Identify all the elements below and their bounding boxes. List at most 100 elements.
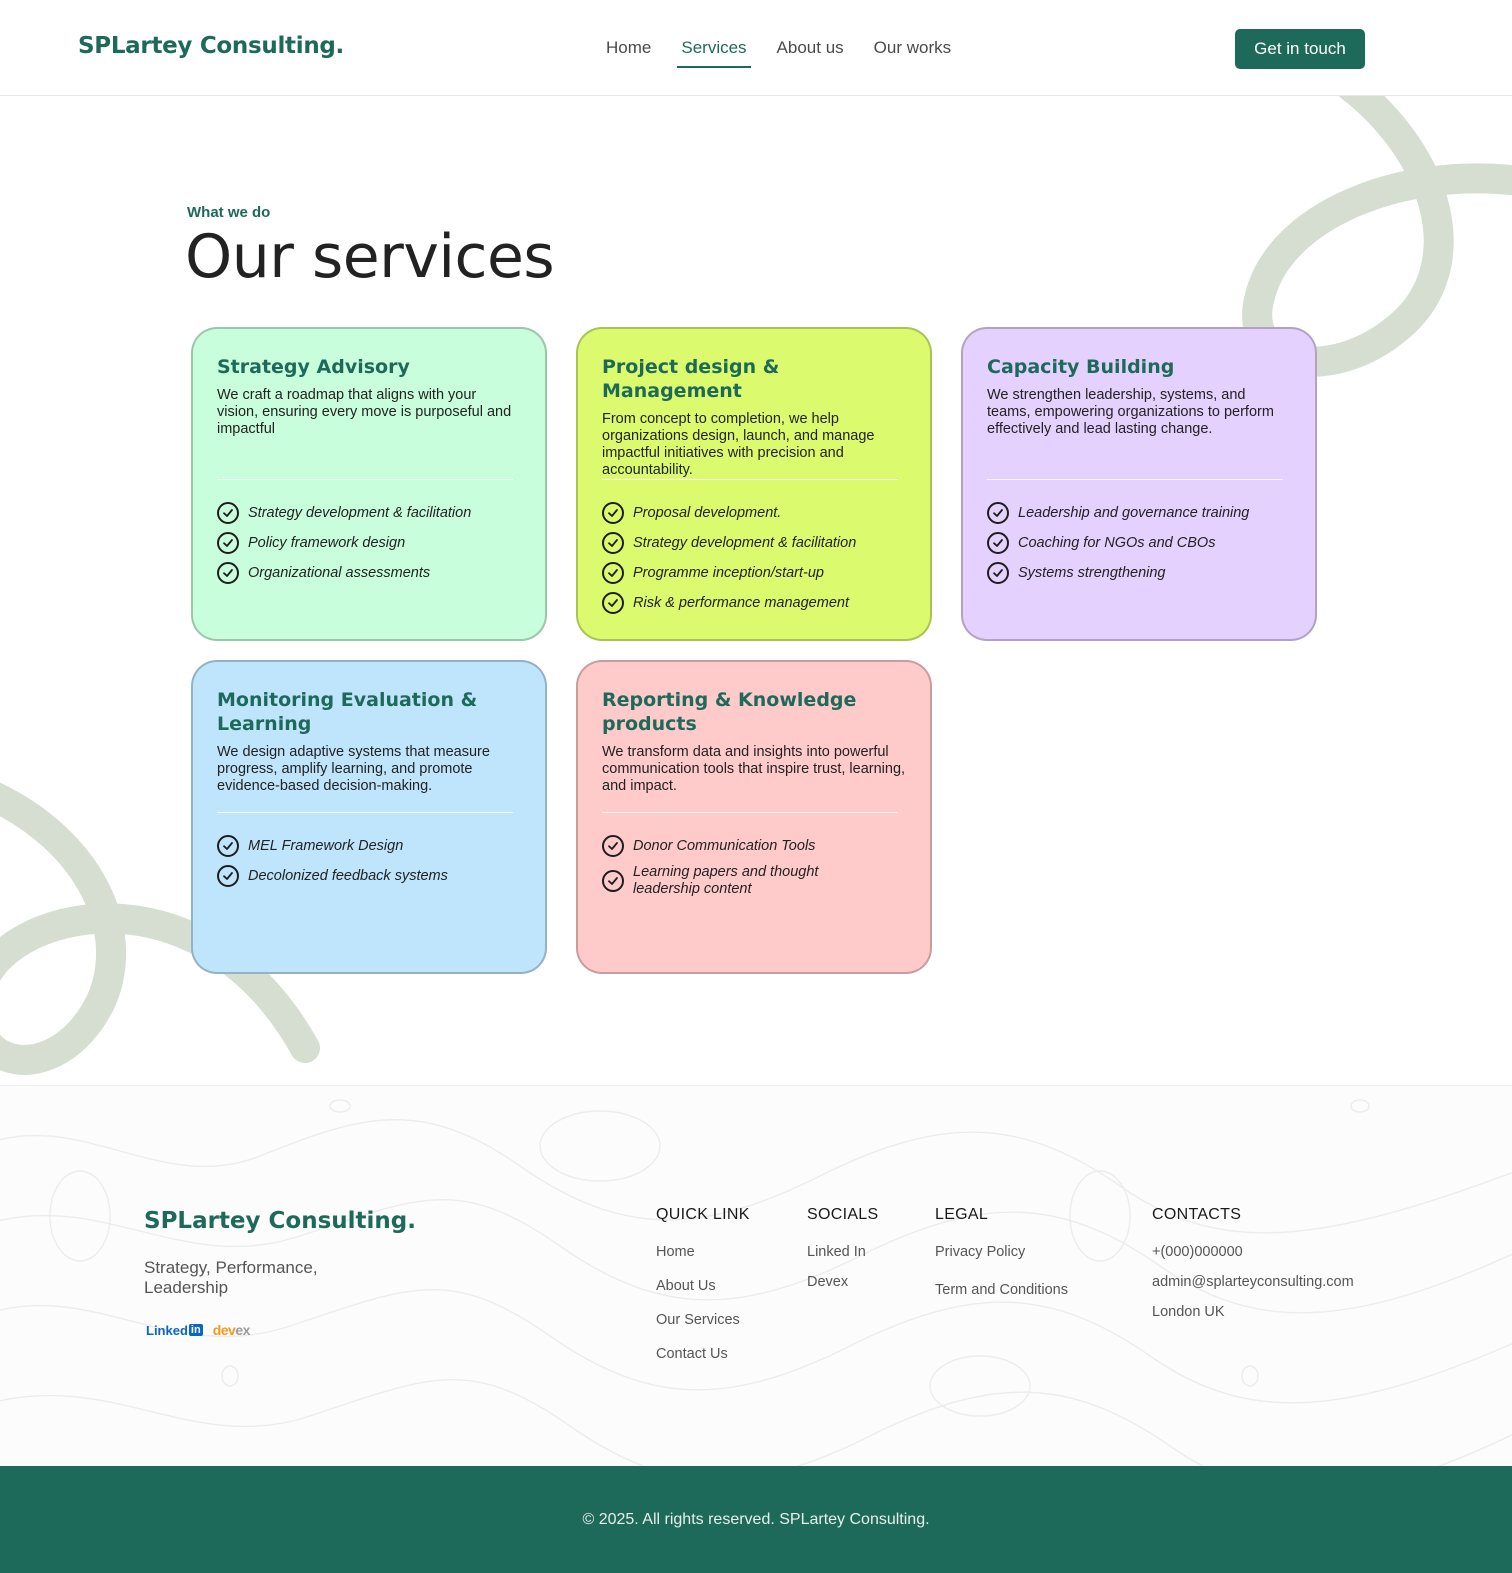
list-item-label: Risk & performance management — [633, 595, 849, 611]
footer-link-linkedin[interactable]: Linked In — [807, 1244, 878, 1260]
linkedin-logo-text: Linked — [146, 1322, 188, 1338]
footer-col-contacts: CONTACTS +(000)000000 admin@splarteycons… — [1152, 1206, 1354, 1333]
list-item-label: Systems strengthening — [1018, 565, 1166, 581]
service-list: Leadership and governance training Coach… — [987, 498, 1295, 588]
list-item-label: Proposal development. — [633, 505, 782, 521]
devex-logo[interactable]: devex — [212, 1322, 251, 1338]
list-item: Decolonized feedback systems — [217, 861, 525, 891]
list-item: MEL Framework Design — [217, 831, 525, 861]
footer-link-devex[interactable]: Devex — [807, 1274, 878, 1290]
linkedin-logo-in: in — [188, 1324, 203, 1336]
check-circle-icon — [217, 562, 239, 584]
nav-home[interactable]: Home — [606, 38, 651, 64]
footer-heading: LEGAL — [935, 1206, 989, 1223]
footer-link-terms[interactable]: Term and Conditions — [935, 1282, 1068, 1298]
devex-logo-text-a: dev — [212, 1322, 236, 1338]
contact-location: London UK — [1152, 1304, 1225, 1320]
list-item: Strategy development & facilitation — [217, 498, 525, 528]
list-item: Organizational assessments — [217, 558, 525, 588]
check-circle-icon — [602, 870, 624, 892]
copyright-bar: © 2025. All rights reserved. SPLartey Co… — [0, 1466, 1512, 1573]
list-item-label: Donor Communication Tools — [633, 838, 816, 854]
site-logo[interactable]: SPLartey Consulting. — [78, 33, 344, 59]
list-item: Donor Communication Tools — [602, 831, 910, 861]
contact-phone[interactable]: +(000)000000 — [1152, 1244, 1354, 1260]
service-card-reporting: Reporting & Knowledge products We transf… — [576, 660, 932, 974]
footer-heading: QUICK LINK — [656, 1206, 750, 1223]
footer-heading: CONTACTS — [1152, 1206, 1242, 1223]
contact-email[interactable]: admin@splarteyconsulting.com — [1152, 1274, 1354, 1290]
list-item-label: Policy framework design — [248, 535, 406, 551]
get-in-touch-button[interactable]: Get in touch — [1235, 29, 1365, 69]
nav-our-works[interactable]: Our works — [874, 38, 951, 64]
check-circle-icon — [987, 562, 1009, 584]
page-title: Our services — [185, 222, 555, 292]
partner-badges: Linked in devex — [146, 1322, 250, 1338]
service-list: Donor Communication Tools Learning paper… — [602, 831, 910, 901]
service-description: We transform data and insights into powe… — [602, 744, 906, 794]
list-item: Leadership and governance training — [987, 498, 1295, 528]
check-circle-icon — [602, 532, 624, 554]
footer-link-about[interactable]: About Us — [656, 1278, 750, 1294]
check-circle-icon — [602, 502, 624, 524]
list-item: Coaching for NGOs and CBOs — [987, 528, 1295, 558]
check-circle-icon — [217, 835, 239, 857]
footer-tagline: Strategy, Performance, Leadership — [144, 1258, 318, 1297]
list-item: Systems strengthening — [987, 558, 1295, 588]
list-item: Strategy development & facilitation — [602, 528, 910, 558]
list-item: Risk & performance management — [602, 588, 910, 618]
list-item: Learning papers and thought leadership c… — [602, 861, 910, 901]
footer-link-services[interactable]: Our Services — [656, 1312, 750, 1328]
service-card-strategy-advisory: Strategy Advisory We craft a roadmap tha… — [191, 327, 547, 641]
linkedin-logo[interactable]: Linked in — [146, 1323, 203, 1338]
check-circle-icon — [217, 502, 239, 524]
check-circle-icon — [602, 562, 624, 584]
check-circle-icon — [987, 532, 1009, 554]
divider — [602, 479, 898, 480]
list-item: Proposal development. — [602, 498, 910, 528]
service-description: We strengthen leadership, systems, and t… — [987, 387, 1274, 437]
footer-link-home[interactable]: Home — [656, 1244, 750, 1260]
check-circle-icon — [217, 532, 239, 554]
list-item-label: Organizational assessments — [248, 565, 431, 581]
footer-link-contact[interactable]: Contact Us — [656, 1346, 750, 1362]
list-item-label: Programme inception/start-up — [633, 565, 824, 581]
service-description: We design adaptive systems that measure … — [217, 744, 490, 794]
footer-logo[interactable]: SPLartey Consulting. — [144, 1208, 416, 1234]
service-description: From concept to completion, we help orga… — [602, 411, 875, 478]
site-footer: SPLartey Consulting. Strategy, Performan… — [0, 1085, 1512, 1466]
nav-services[interactable]: Services — [677, 38, 751, 68]
copyright-text: © 2025. All rights reserved. SPLartey Co… — [582, 1510, 930, 1528]
service-title: Monitoring Evaluation & Learning — [217, 689, 478, 735]
nav-about[interactable]: About us — [777, 38, 844, 64]
list-item-label: Decolonized feedback systems — [248, 868, 448, 884]
list-item-label: MEL Framework Design — [248, 838, 404, 854]
service-card-project-design: Project design & Management From concept… — [576, 327, 932, 641]
footer-link-privacy[interactable]: Privacy Policy — [935, 1244, 1068, 1260]
check-circle-icon — [602, 592, 624, 614]
service-title: Project design & Management — [602, 356, 780, 402]
list-item-label: Leadership and governance training — [1018, 505, 1250, 521]
check-circle-icon — [217, 865, 239, 887]
service-description: We craft a roadmap that aligns with your… — [217, 387, 512, 437]
list-item-label: Strategy development & facilitation — [633, 535, 857, 551]
footer-col-legal: LEGAL Privacy Policy Term and Conditions — [935, 1206, 1068, 1311]
service-title: Reporting & Knowledge products — [602, 689, 857, 735]
footer-heading: SOCIALS — [807, 1206, 879, 1223]
divider — [602, 812, 898, 813]
list-item: Policy framework design — [217, 528, 525, 558]
list-item: Programme inception/start-up — [602, 558, 910, 588]
service-card-capacity-building: Capacity Building We strengthen leadersh… — [961, 327, 1317, 641]
divider — [217, 812, 513, 813]
footer-col-quick-link: QUICK LINK Home About Us Our Services Co… — [656, 1206, 750, 1375]
divider — [987, 479, 1283, 480]
site-header: SPLartey Consulting. Home Services About… — [0, 0, 1512, 96]
service-list: MEL Framework Design Decolonized feedbac… — [217, 831, 525, 891]
service-title: Strategy Advisory — [217, 356, 410, 378]
footer-col-socials: SOCIALS Linked In Devex — [807, 1206, 878, 1303]
check-circle-icon — [602, 835, 624, 857]
check-circle-icon — [987, 502, 1009, 524]
main-nav: Home Services About us Our works — [606, 38, 981, 68]
service-title: Capacity Building — [987, 356, 1175, 378]
devex-logo-text-b: ex — [235, 1322, 250, 1338]
